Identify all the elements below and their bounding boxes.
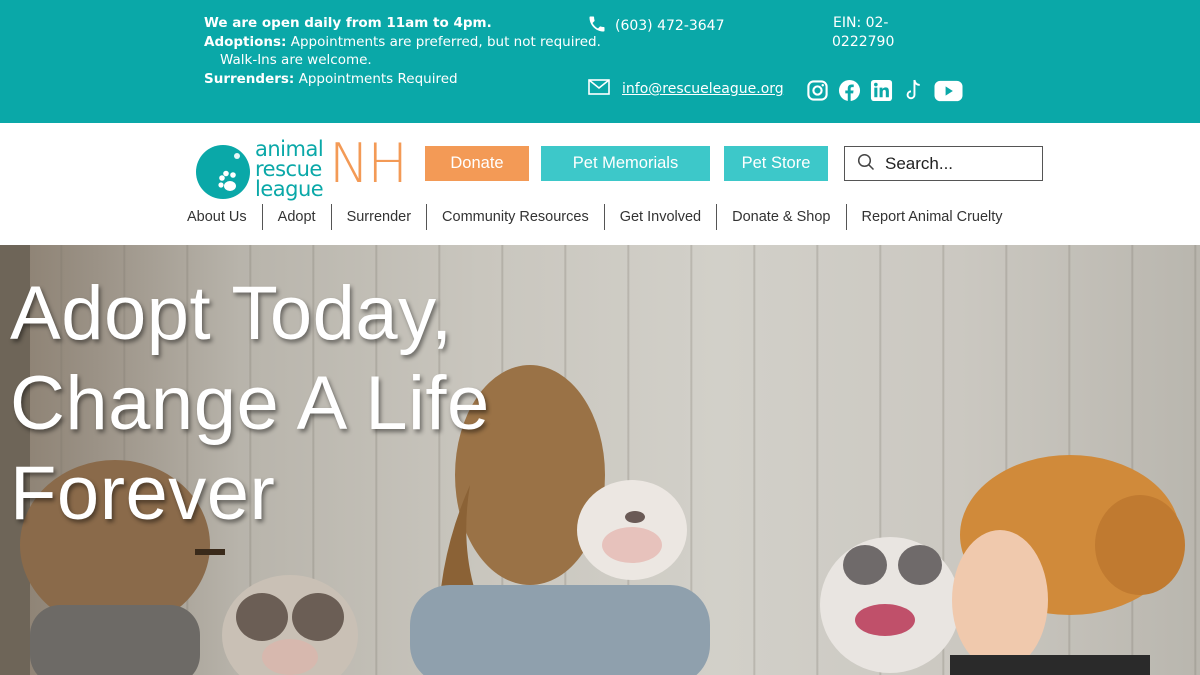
ein-line2: 0222790: [832, 34, 895, 50]
ein-info: EIN: 02- 0222790: [832, 14, 912, 52]
site-header: animal rescue league NH Donate Pet Memor…: [0, 123, 1200, 245]
dog-right: [820, 537, 960, 673]
search-icon: [857, 153, 875, 175]
nav-donate-shop[interactable]: Donate & Shop: [716, 204, 845, 230]
top-info-bar: We are open daily from 11am to 4pm. Adop…: [0, 0, 1200, 123]
hero-title: Adopt Today, Change A Life Forever: [10, 269, 490, 539]
dog-center: [577, 480, 687, 580]
logo-paw-icon: [195, 144, 251, 204]
logo-line3: league: [255, 177, 324, 201]
hours-line: We are open daily from 11am to 4pm.: [204, 15, 492, 31]
search-box[interactable]: [844, 146, 1043, 181]
nav-community-resources[interactable]: Community Resources: [426, 204, 604, 230]
puppy-left: [222, 575, 358, 675]
mail-icon: [588, 79, 610, 99]
phone-icon: [587, 14, 607, 38]
logo-line1: animal: [255, 137, 324, 161]
hours-info: We are open daily from 11am to 4pm. Adop…: [204, 14, 601, 88]
nav-report-cruelty[interactable]: Report Animal Cruelty: [845, 204, 1018, 230]
hero-title-line3: Forever: [10, 451, 276, 536]
surrenders-text: Appointments Required: [298, 70, 458, 87]
email-contact: info@rescueleague.org: [588, 79, 784, 99]
main-nav: About Us Adopt Surrender Community Resou…: [172, 204, 1018, 230]
nav-about-us[interactable]: About Us: [172, 204, 262, 230]
adoptions-text: Appointments are preferred, but not requ…: [290, 33, 601, 50]
donate-button[interactable]: Donate: [425, 146, 529, 181]
facebook-icon[interactable]: [838, 79, 861, 102]
site-logo[interactable]: animal rescue league NH: [195, 132, 415, 201]
adoptions-label: Adoptions:: [204, 33, 287, 50]
phone-number: (603) 472-3647: [615, 18, 725, 34]
pet-store-button[interactable]: Pet Store: [724, 146, 828, 181]
search-input[interactable]: [885, 153, 1035, 174]
logo-line2: rescue: [255, 157, 322, 181]
ein-line1: EIN: 02-: [833, 15, 889, 31]
social-links: [806, 78, 963, 103]
instagram-icon[interactable]: [806, 79, 829, 102]
hero-title-line1: Adopt Today,: [10, 271, 453, 356]
tiktok-icon[interactable]: [902, 78, 925, 103]
youtube-icon[interactable]: [934, 80, 963, 102]
hero-banner: Adopt Today, Change A Life Forever: [0, 245, 1200, 675]
logo-nh: NH: [329, 132, 408, 195]
surrenders-label: Surrenders:: [204, 70, 295, 87]
linkedin-icon[interactable]: [870, 79, 893, 102]
phone-contact[interactable]: (603) 472-3647: [587, 14, 725, 38]
hero-title-line2: Change A Life: [10, 361, 490, 446]
walkins-text: Walk-Ins are welcome.: [220, 52, 372, 68]
pet-memorials-button[interactable]: Pet Memorials: [541, 146, 710, 181]
nav-get-involved[interactable]: Get Involved: [603, 204, 716, 230]
email-link[interactable]: info@rescueleague.org: [622, 81, 784, 97]
nav-adopt[interactable]: Adopt: [261, 204, 331, 230]
nav-surrender[interactable]: Surrender: [330, 204, 426, 230]
logo-wordmark: animal rescue league: [255, 137, 324, 201]
person-right: [950, 455, 1185, 675]
